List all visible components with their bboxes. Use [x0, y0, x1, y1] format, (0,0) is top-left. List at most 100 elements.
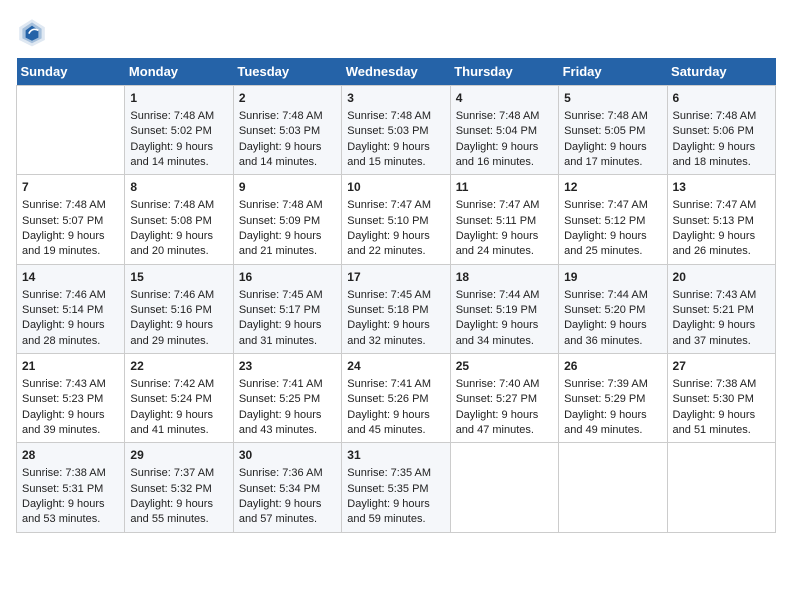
col-header-sunday: Sunday: [17, 58, 125, 86]
sunrise-text: Sunrise: 7:40 AM: [456, 377, 553, 392]
daylight-text: Daylight: 9 hours and 43 minutes.: [239, 408, 336, 439]
sunrise-text: Sunrise: 7:39 AM: [564, 377, 661, 392]
daylight-text: Daylight: 9 hours and 19 minutes.: [22, 229, 119, 260]
daylight-text: Daylight: 9 hours and 51 minutes.: [673, 408, 770, 439]
day-number: 4: [456, 90, 553, 107]
calendar-cell: 21Sunrise: 7:43 AMSunset: 5:23 PMDayligh…: [17, 354, 125, 443]
daylight-text: Daylight: 9 hours and 22 minutes.: [347, 229, 444, 260]
sunrise-text: Sunrise: 7:48 AM: [347, 109, 444, 124]
col-header-saturday: Saturday: [667, 58, 775, 86]
day-number: 18: [456, 269, 553, 286]
sunrise-text: Sunrise: 7:48 AM: [456, 109, 553, 124]
daylight-text: Daylight: 9 hours and 39 minutes.: [22, 408, 119, 439]
calendar-cell: 31Sunrise: 7:35 AMSunset: 5:35 PMDayligh…: [342, 443, 450, 532]
day-number: 15: [130, 269, 227, 286]
sunset-text: Sunset: 5:08 PM: [130, 214, 227, 229]
calendar-table: SundayMondayTuesdayWednesdayThursdayFrid…: [16, 58, 776, 533]
day-number: 3: [347, 90, 444, 107]
day-number: 20: [673, 269, 770, 286]
calendar-cell: 29Sunrise: 7:37 AMSunset: 5:32 PMDayligh…: [125, 443, 233, 532]
day-number: 27: [673, 358, 770, 375]
sunrise-text: Sunrise: 7:46 AM: [22, 288, 119, 303]
calendar-cell: 30Sunrise: 7:36 AMSunset: 5:34 PMDayligh…: [233, 443, 341, 532]
sunrise-text: Sunrise: 7:47 AM: [673, 198, 770, 213]
sunrise-text: Sunrise: 7:48 AM: [673, 109, 770, 124]
day-number: 8: [130, 179, 227, 196]
sunset-text: Sunset: 5:03 PM: [347, 124, 444, 139]
daylight-text: Daylight: 9 hours and 25 minutes.: [564, 229, 661, 260]
daylight-text: Daylight: 9 hours and 15 minutes.: [347, 140, 444, 171]
day-number: 10: [347, 179, 444, 196]
calendar-cell: 8Sunrise: 7:48 AMSunset: 5:08 PMDaylight…: [125, 175, 233, 264]
sunset-text: Sunset: 5:17 PM: [239, 303, 336, 318]
sunset-text: Sunset: 5:27 PM: [456, 392, 553, 407]
sunrise-text: Sunrise: 7:36 AM: [239, 466, 336, 481]
daylight-text: Daylight: 9 hours and 34 minutes.: [456, 318, 553, 349]
sunset-text: Sunset: 5:09 PM: [239, 214, 336, 229]
calendar-cell: 9Sunrise: 7:48 AMSunset: 5:09 PMDaylight…: [233, 175, 341, 264]
calendar-cell: 14Sunrise: 7:46 AMSunset: 5:14 PMDayligh…: [17, 264, 125, 353]
col-header-monday: Monday: [125, 58, 233, 86]
day-number: 14: [22, 269, 119, 286]
calendar-cell: 24Sunrise: 7:41 AMSunset: 5:26 PMDayligh…: [342, 354, 450, 443]
sunset-text: Sunset: 5:20 PM: [564, 303, 661, 318]
daylight-text: Daylight: 9 hours and 20 minutes.: [130, 229, 227, 260]
day-number: 2: [239, 90, 336, 107]
calendar-cell: 26 Sunrise: 7:39 AMSunset: 5:29 PMDayligh…: [559, 354, 667, 443]
daylight-text: Daylight: 9 hours and 32 minutes.: [347, 318, 444, 349]
sunset-text: Sunset: 5:10 PM: [347, 214, 444, 229]
daylight-text: Daylight: 9 hours and 59 minutes.: [347, 497, 444, 528]
daylight-text: Daylight: 9 hours and 31 minutes.: [239, 318, 336, 349]
sunset-text: Sunset: 5:18 PM: [347, 303, 444, 318]
daylight-text: Daylight: 9 hours and 26 minutes.: [673, 229, 770, 260]
sunrise-text: Sunrise: 7:47 AM: [564, 198, 661, 213]
sunrise-text: Sunrise: 7:38 AM: [673, 377, 770, 392]
daylight-text: Daylight: 9 hours and 24 minutes.: [456, 229, 553, 260]
day-number: 29: [130, 447, 227, 464]
sunset-text: Sunset: 5:04 PM: [456, 124, 553, 139]
calendar-cell: 10 Sunrise: 7:47 AMSunset: 5:10 PMDayligh…: [342, 175, 450, 264]
sunset-text: Sunset: 5:29 PM: [564, 392, 661, 407]
calendar-cell: 20Sunrise: 7:43 AMSunset: 5:21 PMDayligh…: [667, 264, 775, 353]
calendar-cell: 12 Sunrise: 7:47 AMSunset: 5:12 PMDayligh…: [559, 175, 667, 264]
sunset-text: Sunset: 5:02 PM: [130, 124, 227, 139]
calendar-cell: 1 Sunrise: 7:48 AMSunset: 5:02 PMDaylight…: [125, 86, 233, 175]
day-number: 7: [22, 179, 119, 196]
sunrise-text: Sunrise: 7:48 AM: [130, 109, 227, 124]
calendar-cell: 4Sunrise: 7:48 AMSunset: 5:04 PMDaylight…: [450, 86, 558, 175]
sunset-text: Sunset: 5:35 PM: [347, 482, 444, 497]
calendar-cell: 3 Sunrise: 7:48 AMSunset: 5:03 PMDaylight…: [342, 86, 450, 175]
calendar-cell: 22Sunrise: 7:42 AMSunset: 5:24 PMDayligh…: [125, 354, 233, 443]
calendar-cell: 13Sunrise: 7:47 AMSunset: 5:13 PMDayligh…: [667, 175, 775, 264]
calendar-cell: 15Sunrise: 7:46 AMSunset: 5:16 PMDayligh…: [125, 264, 233, 353]
calendar-cell: 11Sunrise: 7:47 AMSunset: 5:11 PMDayligh…: [450, 175, 558, 264]
calendar-cell: [559, 443, 667, 532]
sunrise-text: Sunrise: 7:45 AM: [239, 288, 336, 303]
sunrise-text: Sunrise: 7:42 AM: [130, 377, 227, 392]
sunset-text: Sunset: 5:32 PM: [130, 482, 227, 497]
daylight-text: Daylight: 9 hours and 36 minutes.: [564, 318, 661, 349]
sunrise-text: Sunrise: 7:46 AM: [130, 288, 227, 303]
daylight-text: Daylight: 9 hours and 14 minutes.: [130, 140, 227, 171]
sunrise-text: Sunrise: 7:43 AM: [22, 377, 119, 392]
sunrise-text: Sunrise: 7:47 AM: [347, 198, 444, 213]
day-number: 1: [130, 90, 227, 107]
daylight-text: Daylight: 9 hours and 14 minutes.: [239, 140, 336, 171]
day-number: 12: [564, 179, 661, 196]
sunset-text: Sunset: 5:12 PM: [564, 214, 661, 229]
day-number: 21: [22, 358, 119, 375]
sunrise-text: Sunrise: 7:37 AM: [130, 466, 227, 481]
sunrise-text: Sunrise: 7:41 AM: [347, 377, 444, 392]
day-number: 26: [564, 358, 661, 375]
day-number: 23: [239, 358, 336, 375]
day-number: 17: [347, 269, 444, 286]
sunset-text: Sunset: 5:05 PM: [564, 124, 661, 139]
sunset-text: Sunset: 5:19 PM: [456, 303, 553, 318]
day-number: 30: [239, 447, 336, 464]
daylight-text: Daylight: 9 hours and 21 minutes.: [239, 229, 336, 260]
daylight-text: Daylight: 9 hours and 49 minutes.: [564, 408, 661, 439]
sunset-text: Sunset: 5:24 PM: [130, 392, 227, 407]
day-number: 24: [347, 358, 444, 375]
day-number: 25: [456, 358, 553, 375]
day-number: 16: [239, 269, 336, 286]
